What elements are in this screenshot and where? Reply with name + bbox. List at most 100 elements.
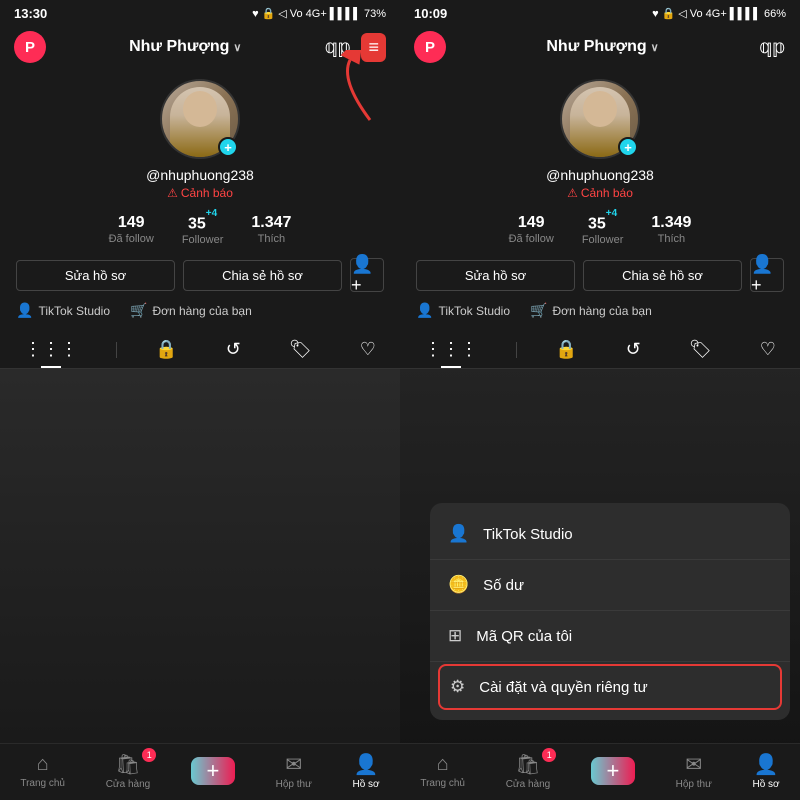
profile-section-right: + @nhuphuong238 ⚠ Cảnh báo [400, 71, 800, 214]
nav-title-left[interactable]: Như Phượng ∨ [129, 38, 241, 56]
warning-badge-left: ⚠ Cảnh báo [167, 186, 233, 200]
nav-profile-right[interactable]: 👤 Hồ sơ [753, 752, 780, 790]
tiktok-studio-link-right[interactable]: 👤 TikTok Studio [416, 302, 510, 319]
tab-lock-right[interactable]: 🔒 [545, 335, 587, 364]
nav-create-right[interactable]: + [591, 757, 635, 785]
content-area-left [0, 369, 400, 743]
heart-icon-right: ♥ [652, 8, 659, 20]
stat-following-left[interactable]: 149 Đã follow [109, 214, 154, 246]
tab-lock-left[interactable]: 🔒 [145, 335, 187, 364]
top-nav-right: P Như Phượng ∨ 𝕢𝕡 [400, 25, 800, 71]
dropdown-divider-2 [430, 610, 790, 611]
signal-icon-left: Vo 4G+ [290, 8, 327, 20]
stat-value-likes-left: 1.347 [251, 214, 291, 232]
share-profile-button-right[interactable]: Chia sẻ hồ sơ [583, 260, 742, 291]
username-right: @nhuphuong238 [546, 167, 654, 183]
right-phone-panel: 10:09 ♥ 🔒 ◁ Vo 4G+ ▌▌▌▌ 66% P Như Phượng… [400, 0, 800, 800]
stat-following-right[interactable]: 149 Đã follow [509, 214, 554, 246]
home-icon-left: ⌂ [37, 753, 49, 776]
nav-title-right[interactable]: Như Phượng ∨ [546, 38, 658, 56]
bars-icon-left: ▌▌▌▌ [330, 8, 361, 20]
tab-heart-left[interactable]: ♡ [350, 335, 386, 364]
dropdown-divider-3 [430, 661, 790, 662]
stat-value-likes-right: 1.349 [651, 214, 691, 232]
lock-icon-right: 🔒 [662, 7, 676, 20]
tab-heart-right[interactable]: ♡ [750, 335, 786, 364]
add-friend-button-left[interactable]: 👤+ [350, 258, 384, 292]
edit-profile-button-left[interactable]: Sửa hồ sơ [16, 260, 175, 291]
shop-icon-left: 🛍 [115, 752, 140, 777]
tab-divider-right [516, 342, 517, 358]
dropdown-settings-label: Cài đặt và quyền riêng tư [479, 679, 647, 696]
nav-shop-left[interactable]: 🛍 1 Cửa hàng [106, 752, 151, 790]
stat-likes-right[interactable]: 1.349 Thích [651, 214, 691, 246]
dropdown-settings[interactable]: ⚙ Cài đặt và quyền riêng tư [438, 664, 782, 710]
add-photo-icon-left[interactable]: + [218, 137, 238, 157]
warning-icon-right: ⚠ [567, 186, 578, 200]
shop-icon-right: 🛍 [515, 752, 540, 777]
avatar-head-right [583, 91, 617, 127]
qr-icon-right[interactable]: 𝕢𝕡 [759, 36, 786, 59]
tiktok-studio-link-left[interactable]: 👤 TikTok Studio [16, 302, 110, 319]
edit-profile-button-right[interactable]: Sửa hồ sơ [416, 260, 575, 291]
dropdown-balance[interactable]: 🪙 Số dư [430, 562, 790, 608]
orders-link-right[interactable]: 🛒 Đơn hàng của bạn [530, 302, 652, 319]
stat-followers-left[interactable]: 35+4 Follower [182, 214, 224, 246]
dropdown-qr[interactable]: ⊞ Mã QR của tôi [430, 613, 790, 659]
p-button-left[interactable]: P [14, 31, 46, 63]
qr-icon-left[interactable]: 𝕢𝕡 [325, 36, 352, 59]
status-icons-left: ♥ 🔒 ◁ Vo 4G+ ▌▌▌▌ 73% [252, 7, 386, 20]
nav-profile-left[interactable]: 👤 Hồ sơ [353, 752, 380, 790]
cart-badge-right: 1 [542, 748, 556, 762]
status-bar-left: 13:30 ♥ 🔒 ◁ Vo 4G+ ▌▌▌▌ 73% [0, 0, 400, 25]
battery-right: 66% [764, 8, 786, 20]
nav-inbox-right[interactable]: ✉ Hộp thư [676, 752, 712, 790]
nav-home-right[interactable]: ⌂ Trang chủ [420, 753, 465, 789]
stat-value-following-left: 149 [118, 214, 145, 232]
nav-create-left[interactable]: + [191, 757, 235, 785]
create-button-right[interactable]: + [591, 757, 635, 785]
add-friend-button-right[interactable]: 👤+ [750, 258, 784, 292]
add-photo-icon-right[interactable]: + [618, 137, 638, 157]
stat-label-following-right: Đã follow [509, 233, 554, 245]
avatar-right: + [560, 79, 640, 159]
status-bar-right: 10:09 ♥ 🔒 ◁ Vo 4G+ ▌▌▌▌ 66% [400, 0, 800, 25]
tab-repost-left[interactable]: ↺ [216, 335, 251, 364]
p-button-right[interactable]: P [414, 31, 446, 63]
tab-repost-right[interactable]: ↺ [616, 335, 651, 364]
orders-link-left[interactable]: 🛒 Đơn hàng của bạn [130, 302, 252, 319]
quick-links-right: 👤 TikTok Studio 🛒 Đơn hàng của bạn [400, 302, 800, 319]
wifi-icon-left: ◁ [278, 7, 286, 20]
stats-row-right: 149 Đã follow 35+4 Follower 1.349 Thích [400, 214, 800, 246]
home-icon-right: ⌂ [437, 753, 449, 776]
dropdown-studio-icon: 👤 [448, 524, 469, 544]
share-profile-button-left[interactable]: Chia sẻ hồ sơ [183, 260, 342, 291]
tab-tag-left[interactable]: 🏷 [279, 335, 322, 364]
avatar-head-left [183, 91, 217, 127]
tab-grid-right[interactable]: ⋮⋮⋮ [414, 335, 488, 364]
profile-icon-left: 👤 [354, 752, 379, 777]
inbox-icon-right: ✉ [685, 752, 702, 777]
action-buttons-left: Sửa hồ sơ Chia sẻ hồ sơ 👤+ [0, 258, 400, 292]
tab-grid-left[interactable]: ⋮⋮⋮ [14, 335, 88, 364]
nav-inbox-left[interactable]: ✉ Hộp thư [276, 752, 312, 790]
hamburger-button-left[interactable]: ≡ [361, 33, 386, 62]
nav-home-left[interactable]: ⌂ Trang chủ [20, 753, 65, 789]
status-time-right: 10:09 [414, 6, 447, 21]
dropdown-tiktok-studio[interactable]: 👤 TikTok Studio [430, 511, 790, 557]
tab-tag-right[interactable]: 🏷 [679, 335, 722, 364]
signal-icon-right: Vo 4G+ [690, 8, 727, 20]
nav-shop-right[interactable]: 🛍 1 Cửa hàng [506, 752, 551, 790]
dropdown-qr-label: Mã QR của tôi [476, 628, 572, 645]
action-buttons-right: Sửa hồ sơ Chia sẻ hồ sơ 👤+ [400, 258, 800, 292]
chevron-down-icon-left: ∨ [233, 41, 241, 54]
stat-followers-right[interactable]: 35+4 Follower [582, 214, 624, 246]
stat-value-followers-left: 35+4 [188, 214, 217, 233]
create-button-left[interactable]: + [191, 757, 235, 785]
wifi-icon-right: ◁ [678, 7, 686, 20]
stat-likes-left[interactable]: 1.347 Thích [251, 214, 291, 246]
tab-row-left: ⋮⋮⋮ 🔒 ↺ 🏷 ♡ [0, 329, 400, 369]
inbox-icon-left: ✉ [285, 752, 302, 777]
cart-icon-left: 🛒 [130, 302, 147, 319]
quick-links-left: 👤 TikTok Studio 🛒 Đơn hàng của bạn [0, 302, 400, 319]
